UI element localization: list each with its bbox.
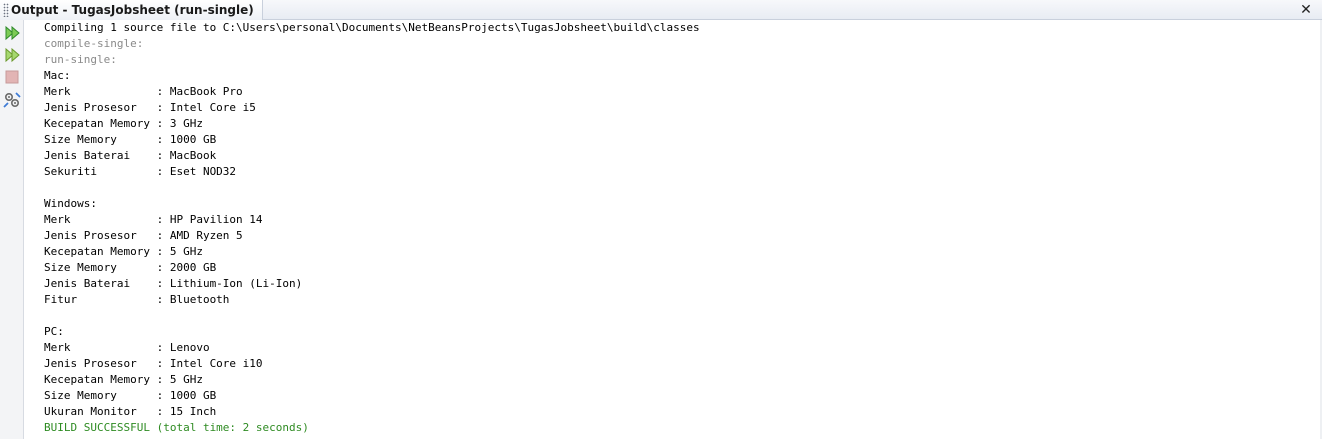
console-line: Jenis Baterai : MacBook: [44, 149, 217, 162]
console-line: Ukuran Monitor : 15 Inch: [44, 405, 217, 418]
console-line: Fitur : Bluetooth: [44, 293, 230, 306]
output-tab-title: Output - TugasJobsheet (run-single): [11, 3, 254, 17]
console-line: PC:: [44, 325, 64, 338]
settings-icon: [3, 92, 21, 108]
rerun-with-params-button[interactable]: [2, 45, 22, 65]
console-line: Kecepatan Memory : 5 GHz: [44, 373, 203, 386]
console-line: Jenis Prosesor : AMD Ryzen 5: [44, 229, 243, 242]
console-line: compile-single:: [44, 37, 144, 50]
rerun-icon: [5, 25, 20, 41]
console-line: Merk : Lenovo: [44, 341, 210, 354]
console-line: Size Memory : 1000 GB: [44, 389, 217, 402]
console-line: Jenis Prosesor : Intel Core i10: [44, 357, 263, 370]
console-line: Merk : HP Pavilion 14: [44, 213, 263, 226]
output-tab[interactable]: Output - TugasJobsheet (run-single): [0, 0, 263, 20]
rerun-button[interactable]: [2, 23, 22, 43]
console-line: Sekuriti : Eset NOD32: [44, 165, 237, 178]
console-line: Kecepatan Memory : 3 GHz: [44, 117, 203, 130]
rerun-with-params-icon: [5, 47, 20, 63]
close-icon[interactable]: ✕: [1296, 0, 1316, 20]
console-line: run-single:: [44, 53, 117, 66]
console-line: Kecepatan Memory : 5 GHz: [44, 245, 203, 258]
console-line: Size Memory : 2000 GB: [44, 261, 217, 274]
console-line: Jenis Baterai : Lithium-Ion (Li-Ion): [44, 277, 303, 290]
console-line: Merk : MacBook Pro: [44, 85, 243, 98]
output-toolbar: [0, 20, 24, 439]
settings-button[interactable]: [2, 90, 22, 110]
stop-icon: [5, 70, 19, 84]
console-line: Mac:: [44, 69, 71, 82]
output-console[interactable]: Compiling 1 source file to C:\Users\pers…: [44, 20, 1304, 439]
stop-button[interactable]: [2, 67, 22, 87]
output-title-bar: Output - TugasJobsheet (run-single) ✕: [0, 0, 1322, 20]
drag-grip-icon[interactable]: [3, 3, 9, 17]
output-window: Output - TugasJobsheet (run-single) ✕ Co…: [0, 0, 1322, 439]
console-line: Windows:: [44, 197, 97, 210]
console-line: Compiling 1 source file to C:\Users\pers…: [44, 21, 700, 34]
build-status-line: BUILD SUCCESSFUL (total time: 2 seconds): [44, 421, 309, 434]
console-line: Jenis Prosesor : Intel Core i5: [44, 101, 256, 114]
console-line: Size Memory : 1000 GB: [44, 133, 217, 146]
